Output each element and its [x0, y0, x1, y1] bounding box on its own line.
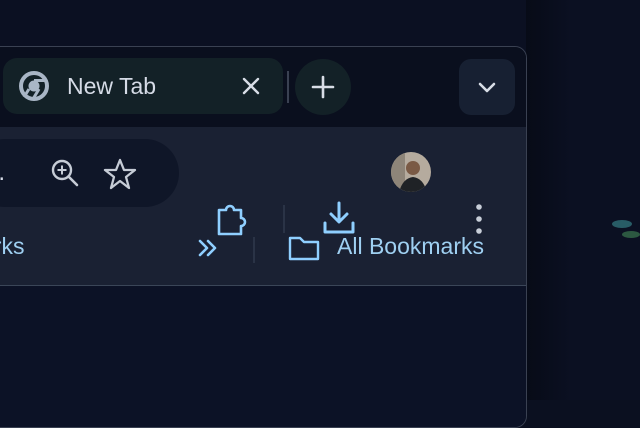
tab-new-tab[interactable]: New Tab — [3, 58, 283, 114]
folder-icon — [288, 236, 320, 261]
desktop-shade — [526, 0, 640, 400]
desktop-light-spot — [622, 231, 640, 238]
tab-separator — [287, 71, 289, 103]
close-icon[interactable] — [239, 74, 263, 98]
chrome-icon — [19, 71, 49, 101]
bookmark-item-label[interactable]: arks — [0, 233, 24, 260]
desktop-light-spot — [612, 220, 632, 228]
more-vert-icon[interactable] — [473, 201, 485, 237]
tab-search-button[interactable] — [459, 59, 515, 115]
tab-title: New Tab — [67, 73, 157, 99]
plus-icon — [311, 75, 335, 99]
extensions-icon[interactable] — [215, 201, 251, 237]
zoom-icon[interactable] — [49, 157, 81, 189]
chevron-double-right-icon[interactable] — [195, 235, 221, 261]
avatar[interactable] — [391, 152, 431, 192]
profile-photo — [391, 152, 431, 192]
download-icon[interactable] — [321, 199, 357, 237]
address-text-truncated: ... — [0, 159, 5, 187]
toolbar: ... — [0, 127, 526, 286]
page-content — [0, 286, 526, 427]
address-bar[interactable]: ... — [0, 139, 179, 207]
browser-window: New Tab ... — [0, 46, 527, 428]
bookmarks-divider — [253, 237, 255, 263]
toolbar-divider — [283, 205, 285, 233]
all-bookmarks-label[interactable]: All Bookmarks — [337, 233, 484, 260]
star-icon[interactable] — [103, 157, 137, 191]
tab-strip: New Tab — [0, 47, 526, 127]
new-tab-button[interactable] — [295, 59, 351, 115]
chevron-down-icon — [478, 82, 496, 93]
